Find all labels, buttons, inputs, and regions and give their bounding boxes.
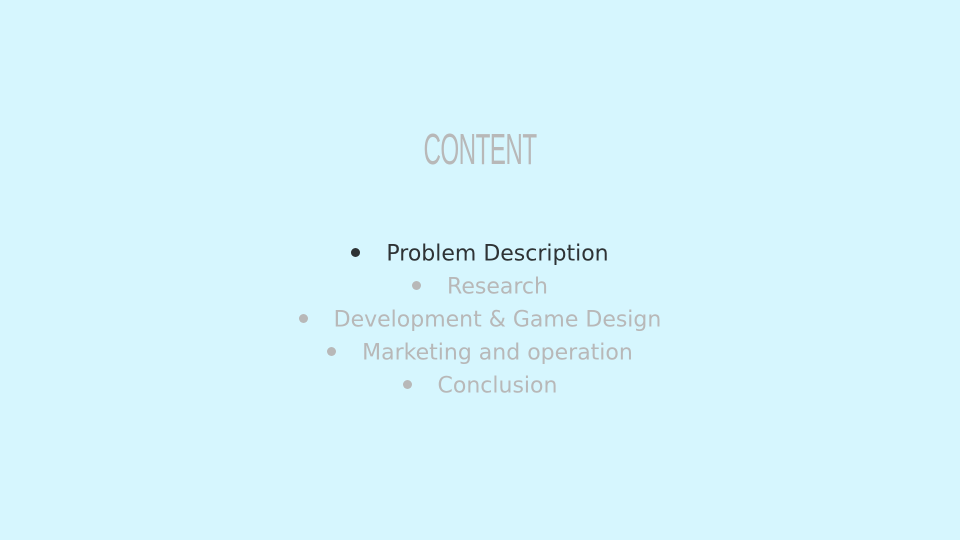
agenda-item-label: Problem Description	[386, 241, 609, 267]
slide: CONTENT Problem Description Research Dev…	[0, 0, 960, 540]
slide-title: CONTENT	[423, 125, 537, 174]
agenda-list: Problem Description Research Development…	[0, 237, 960, 402]
bullet-icon	[298, 313, 308, 323]
bullet-icon	[402, 379, 412, 389]
agenda-item: Marketing and operation	[0, 336, 960, 369]
agenda-item: Problem Description	[0, 237, 960, 270]
agenda-item-label: Marketing and operation	[362, 340, 633, 366]
agenda-item-label: Development & Game Design	[333, 307, 662, 333]
agenda-item-label: Conclusion	[437, 373, 558, 399]
agenda-item: Conclusion	[0, 369, 960, 402]
agenda-item: Development & Game Design	[0, 303, 960, 336]
bullet-icon	[412, 280, 422, 290]
bullet-icon	[351, 247, 361, 257]
agenda-item-label: Research	[447, 274, 548, 300]
agenda-item: Research	[0, 270, 960, 303]
bullet-icon	[327, 346, 337, 356]
